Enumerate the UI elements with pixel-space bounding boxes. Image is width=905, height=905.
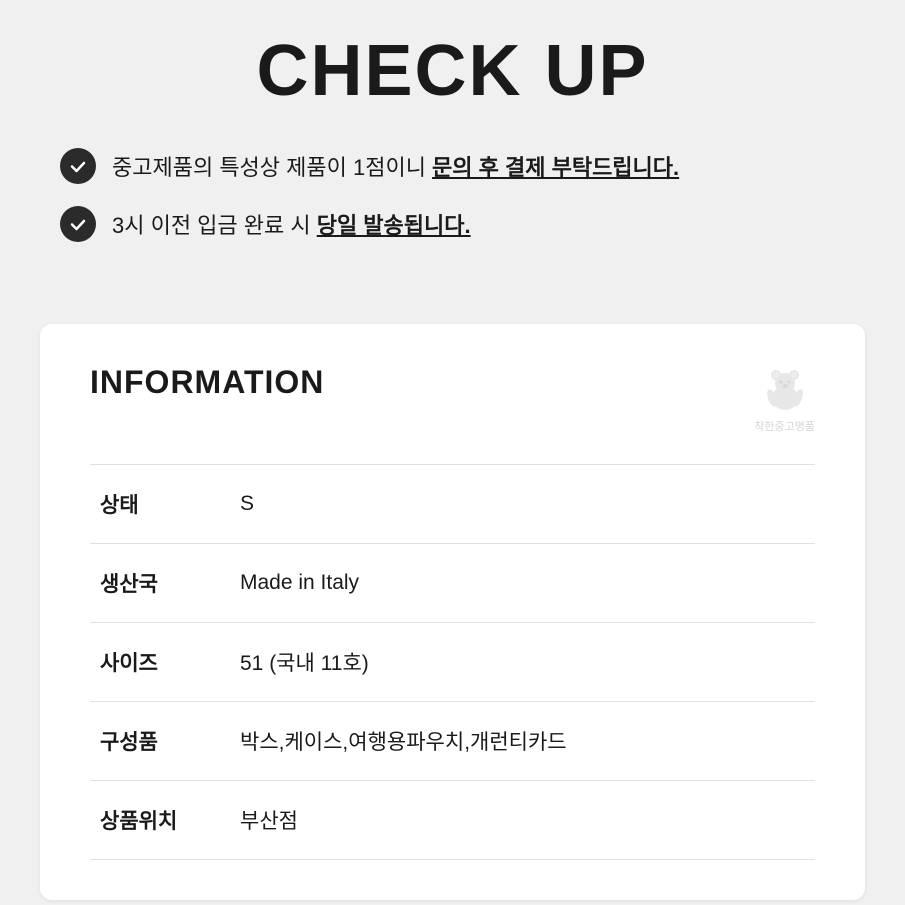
table-label-components: 구성품 (90, 702, 230, 781)
checklist-bold-1: 문의 후 결제 부탁드립니다. (432, 155, 679, 180)
checklist-text-2: 3시 이전 입금 완료 시 당일 발송됩니다. (112, 208, 471, 240)
check-icon-1 (60, 148, 96, 184)
table-value-size: 51 (국내 11호) (230, 623, 815, 702)
table-value-status: S (230, 465, 815, 544)
info-header: INFORMATION (90, 364, 815, 434)
checkmark-svg-1 (68, 156, 88, 176)
table-value-components: 박스,케이스,여행용파우치,개런티카드 (230, 702, 815, 781)
info-section-title: INFORMATION (90, 364, 324, 401)
checklist-item-1: 중고제품의 특성상 제품이 1점이니 문의 후 결제 부탁드립니다. (60, 148, 845, 184)
watermark: 착한중고명품 (754, 364, 815, 434)
watermark-bear-icon (759, 364, 811, 416)
table-row-size: 사이즈 51 (국내 11호) (90, 623, 815, 702)
table-row-status: 상태 S (90, 465, 815, 544)
table-label-status: 상태 (90, 465, 230, 544)
table-row-components: 구성품 박스,케이스,여행용파우치,개런티카드 (90, 702, 815, 781)
watermark-label: 착한중고명품 (754, 418, 815, 434)
checkmark-svg-2 (68, 214, 88, 234)
top-section: CHECK UP 중고제품의 특성상 제품이 1점이니 문의 후 결제 부탁드립… (0, 0, 905, 304)
checklist-bold-2: 당일 발송됩니다. (317, 213, 471, 238)
table-row-origin: 생산국 Made in Italy (90, 544, 815, 623)
table-label-size: 사이즈 (90, 623, 230, 702)
checklist-text-1: 중고제품의 특성상 제품이 1점이니 문의 후 결제 부탁드립니다. (112, 150, 679, 182)
table-row-location: 상품위치 부산점 (90, 781, 815, 860)
info-table: 상태 S 생산국 Made in Italy 사이즈 51 (국내 11호) 구… (90, 464, 815, 860)
checklist: 중고제품의 특성상 제품이 1점이니 문의 후 결제 부탁드립니다. 3시 이전… (60, 148, 845, 242)
check-icon-2 (60, 206, 96, 242)
table-label-origin: 생산국 (90, 544, 230, 623)
table-label-location: 상품위치 (90, 781, 230, 860)
table-value-location: 부산점 (230, 781, 815, 860)
checklist-item-2: 3시 이전 입금 완료 시 당일 발송됩니다. (60, 206, 845, 242)
table-value-origin: Made in Italy (230, 544, 815, 623)
main-title: CHECK UP (60, 30, 845, 112)
information-section: INFORMATION (40, 324, 865, 900)
